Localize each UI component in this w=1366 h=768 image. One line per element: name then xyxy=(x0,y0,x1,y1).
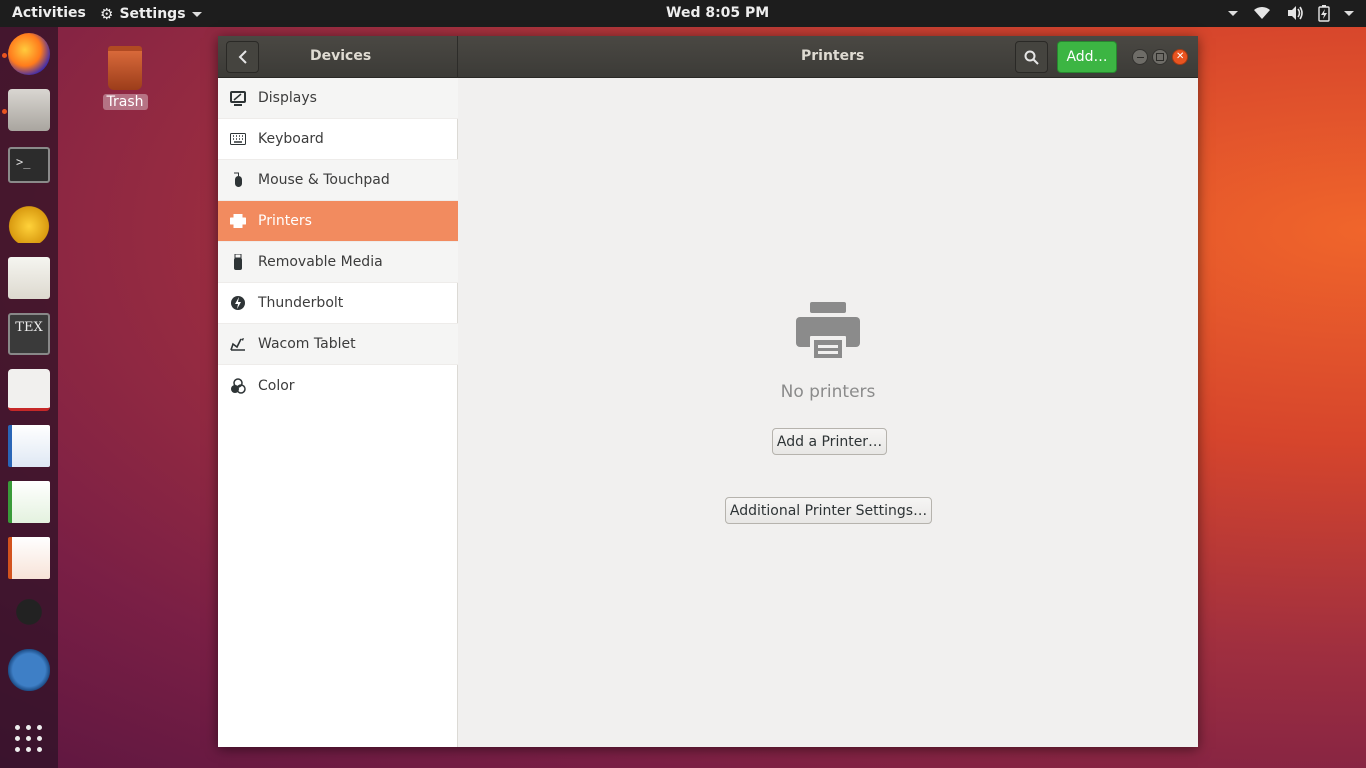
close-button[interactable]: ✕ xyxy=(1172,49,1188,65)
add-printer-button[interactable]: Add a Printer… xyxy=(772,428,887,455)
dock: >_ TEX xyxy=(0,27,58,768)
chevron-down-icon[interactable] xyxy=(1344,10,1354,16)
sidebar-item-label: Mouse & Touchpad xyxy=(258,172,390,188)
additional-printer-settings-button[interactable]: Additional Printer Settings… xyxy=(725,497,932,524)
battery-icon xyxy=(1318,5,1330,22)
display-icon xyxy=(230,91,246,106)
pencil-app-icon[interactable] xyxy=(8,649,50,691)
header-bar: Devices Printers Add… ✕ xyxy=(218,36,1198,78)
sidebar-item-printers[interactable]: Printers xyxy=(218,201,458,242)
sidebar-item-label: Removable Media xyxy=(258,254,383,270)
usb-icon xyxy=(234,254,242,270)
sidebar: Displays Keyboard Mouse & Touchpad Print… xyxy=(218,78,458,747)
inkscape-icon[interactable] xyxy=(8,593,50,635)
printer-icon xyxy=(230,214,246,228)
add-button[interactable]: Add… xyxy=(1057,41,1117,73)
text-editor-icon[interactable] xyxy=(8,257,50,299)
search-icon xyxy=(1024,50,1039,65)
running-indicator xyxy=(2,109,7,114)
gear-icon: ⚙ xyxy=(100,5,114,23)
close-icon: ✕ xyxy=(1176,51,1185,62)
wifi-icon xyxy=(1254,6,1270,19)
sidebar-item-label: Color xyxy=(258,377,295,394)
chevron-down-icon xyxy=(191,11,202,17)
chevron-left-icon xyxy=(238,50,247,64)
trash-icon xyxy=(108,46,142,90)
show-applications-icon[interactable] xyxy=(15,725,43,753)
thunderbolt-icon xyxy=(231,296,245,310)
maximize-icon xyxy=(1156,53,1164,61)
desktop-trash[interactable]: Trash xyxy=(100,46,150,110)
sidebar-item-label: Thunderbolt xyxy=(258,295,344,311)
sidebar-title: Devices xyxy=(310,48,372,64)
texmaker-icon[interactable]: TEX xyxy=(8,313,50,355)
settings-window: Devices Printers Add… ✕ Displays Keyboar… xyxy=(218,36,1198,747)
activities-button[interactable]: Activities xyxy=(12,5,86,21)
printers-panel: No printers Add a Printer… Additional Pr… xyxy=(458,78,1198,747)
sidebar-item-mouse-touchpad[interactable]: Mouse & Touchpad xyxy=(218,160,458,201)
sidebar-item-color[interactable]: Color xyxy=(218,365,458,406)
no-printers-label: No printers xyxy=(780,382,876,402)
printer-icon xyxy=(796,302,860,362)
writer-icon[interactable] xyxy=(8,425,50,467)
clock[interactable]: Wed 8:05 PM xyxy=(666,5,769,21)
sidebar-item-thunderbolt[interactable]: Thunderbolt xyxy=(218,283,458,324)
minimize-icon xyxy=(1137,57,1144,58)
color-icon xyxy=(231,377,246,394)
top-bar: Activities ⚙ Settings Wed 8:05 PM xyxy=(0,0,1366,27)
running-indicator xyxy=(2,53,7,58)
teapot-app-icon[interactable] xyxy=(8,201,50,243)
search-button[interactable] xyxy=(1015,41,1048,73)
trash-label: Trash xyxy=(102,94,148,110)
app-menu[interactable]: ⚙ Settings xyxy=(100,5,202,23)
tablet-icon xyxy=(230,338,245,351)
sidebar-item-label: Keyboard xyxy=(258,131,324,147)
chevron-down-icon[interactable] xyxy=(1228,10,1238,16)
volume-icon xyxy=(1288,6,1303,20)
sidebar-header: Devices xyxy=(218,36,458,78)
sidebar-item-displays[interactable]: Displays xyxy=(218,78,458,119)
system-tray[interactable] xyxy=(1228,4,1354,22)
firefox-icon[interactable] xyxy=(8,33,50,75)
back-button[interactable] xyxy=(226,41,259,73)
keyboard-icon xyxy=(230,133,246,145)
mouse-icon xyxy=(234,172,242,187)
impress-icon[interactable] xyxy=(8,537,50,579)
minimize-button[interactable] xyxy=(1132,49,1148,65)
sidebar-item-label: Displays xyxy=(258,90,317,106)
maximize-button[interactable] xyxy=(1152,49,1168,65)
app-menu-label: Settings xyxy=(119,6,186,22)
panel-title: Printers xyxy=(801,48,865,64)
sidebar-item-keyboard[interactable]: Keyboard xyxy=(218,119,458,160)
sidebar-item-label: Wacom Tablet xyxy=(258,336,356,352)
sidebar-item-wacom-tablet[interactable]: Wacom Tablet xyxy=(218,324,458,365)
document-viewer-icon[interactable] xyxy=(8,369,50,411)
files-icon[interactable] xyxy=(8,89,50,131)
terminal-icon[interactable]: >_ xyxy=(8,147,50,183)
calc-icon[interactable] xyxy=(8,481,50,523)
sidebar-item-label: Printers xyxy=(258,213,312,229)
sidebar-item-removable-media[interactable]: Removable Media xyxy=(218,242,458,283)
